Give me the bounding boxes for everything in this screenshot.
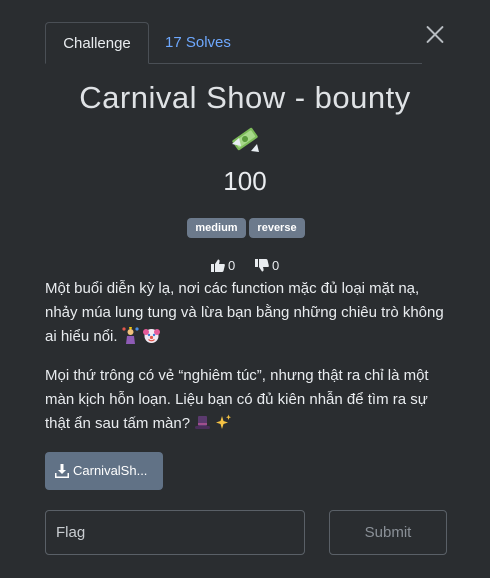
- sparkles-emoji: [216, 414, 232, 429]
- tab-solves[interactable]: 17 Solves: [149, 22, 247, 64]
- download-file-label: CarnivalSh...: [73, 463, 148, 478]
- description-text-2: Mọi thứ trông có vẻ “nghiêm túc”, nhưng …: [45, 367, 429, 432]
- money-with-wings-emoji: [232, 127, 259, 152]
- challenge-tabs: Challenge 17 Solves: [45, 22, 422, 64]
- download-icon: [55, 464, 69, 478]
- close-icon[interactable]: [422, 22, 448, 48]
- like-count: 0: [228, 258, 236, 273]
- challenge-modal: Challenge 17 Solves Carnival Show - boun…: [0, 0, 490, 578]
- thumbs-down-icon: [255, 259, 269, 272]
- download-file-button[interactable]: CarnivalSh...: [45, 452, 163, 490]
- clown-face-emoji: [142, 329, 160, 343]
- description-text-1: Một buổi diễn kỳ lạ, nơi các function mặ…: [45, 280, 444, 345]
- tag-badge: medium: [187, 218, 246, 238]
- dislike-count: 0: [272, 258, 280, 273]
- tag-badge: reverse: [249, 218, 305, 238]
- juggling-person-emoji: [122, 327, 139, 344]
- description-paragraph-1: Một buổi diễn kỳ lạ, nơi các function mặ…: [45, 277, 450, 349]
- dislike-button[interactable]: 0: [255, 258, 287, 274]
- like-button[interactable]: 0: [211, 258, 241, 274]
- description-paragraph-2: Mọi thứ trông có vẻ “nghiêm túc”, nhưng …: [45, 364, 450, 436]
- challenge-title: Carnival Show - bounty: [79, 80, 411, 115]
- flag-input[interactable]: [45, 510, 305, 555]
- tab-challenge[interactable]: Challenge: [45, 22, 149, 64]
- thumbs-up-icon: [211, 259, 225, 272]
- challenge-value: 100: [223, 166, 267, 196]
- submit-button[interactable]: Submit: [329, 510, 447, 555]
- top-hat-emoji: [195, 416, 211, 429]
